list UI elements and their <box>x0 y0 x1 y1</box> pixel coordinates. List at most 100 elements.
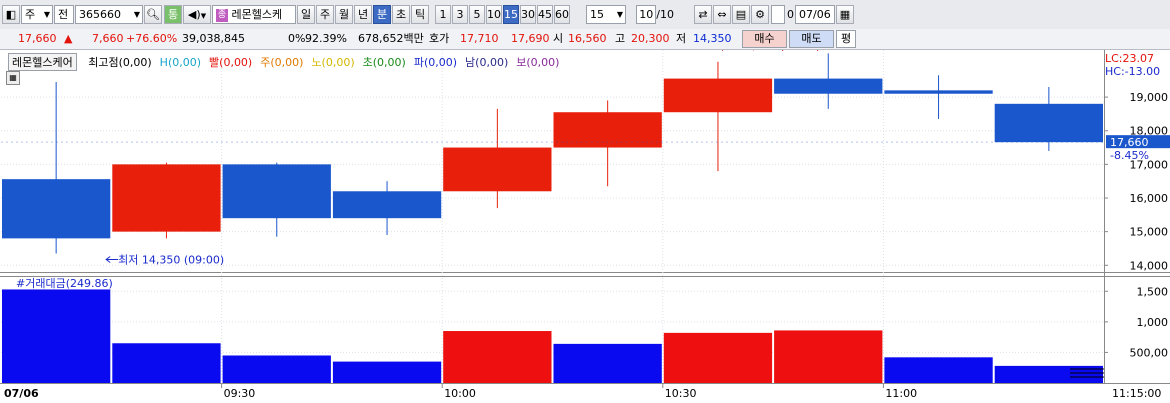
volume-bar[interactable] <box>443 331 552 383</box>
market-select[interactable]: 주 ▼ <box>21 5 53 24</box>
ask-price-2: 17,690 <box>511 32 550 45</box>
interval-select-value: 15 <box>590 8 604 21</box>
volume-value: 39,038,845 <box>182 32 245 45</box>
legend-item[interactable]: 주(0,00) <box>260 56 303 69</box>
stock-code-input[interactable]: 365660 ▼ <box>75 5 143 24</box>
volume-bar[interactable] <box>663 332 773 383</box>
buy-button[interactable]: 매수 <box>742 30 787 48</box>
period-button-초[interactable]: 초 <box>392 5 410 24</box>
candle-body[interactable] <box>774 78 883 94</box>
low-price: 14,350 <box>693 32 732 45</box>
period-button-분[interactable]: 분 <box>373 5 391 24</box>
volume-tick-label: 1,000 <box>1137 316 1169 329</box>
interval-select[interactable]: 15 ▼ <box>586 5 626 24</box>
chevron-down-icon: ▼ <box>616 10 623 19</box>
trade-amount: 678,652백만 <box>358 32 424 45</box>
x-tick-label: 11:00 <box>885 387 917 400</box>
candle-body[interactable] <box>112 164 221 232</box>
volume-bar[interactable] <box>332 361 442 383</box>
x-end-label: 11:15:00 <box>1112 387 1161 400</box>
interval-button-5[interactable]: 5 <box>469 5 485 24</box>
link-icon[interactable]: ⇄ <box>694 5 712 24</box>
save-icon[interactable]: ▤ <box>732 5 750 24</box>
y-tick-label: 14,000 <box>1130 259 1169 272</box>
date-input[interactable]: 07/06 <box>795 5 835 24</box>
period-button-일[interactable]: 일 <box>297 5 315 24</box>
x-date-label: 07/06 <box>4 387 39 400</box>
current-price: 17,660 <box>18 32 57 45</box>
candle-body[interactable] <box>663 78 773 113</box>
period-button-틱[interactable]: 틱 <box>411 5 429 24</box>
candle-body[interactable] <box>994 103 1103 143</box>
date-value: 07/06 <box>799 8 831 21</box>
stock-code-value: 365660 <box>79 8 121 21</box>
toolbar: ◧ 주 ▼ 전 365660 ▼ 🔍︎ 통 ◀)▼ 종 레몬헬스케 일주월년분초틱 … <box>0 0 1170 30</box>
candle-body[interactable] <box>443 147 552 192</box>
current-pct-label: -8.45% <box>1110 149 1149 162</box>
sell-button[interactable]: 매도 <box>789 30 834 48</box>
candle-body[interactable] <box>2 179 111 239</box>
chevron-down-icon: ▼ <box>43 10 50 19</box>
candle-body[interactable] <box>884 90 993 94</box>
gear-icon[interactable]: ⚙ <box>751 5 769 24</box>
chart-area[interactable]: 14,00015,00016,00017,00018,00019,000최고 2… <box>0 50 1170 403</box>
expand-icon[interactable]: ⇔ <box>713 5 731 24</box>
ask-label: 호가 <box>429 32 450 45</box>
chart-layout-icon[interactable]: ◧ <box>2 5 20 24</box>
change-percent: +76.60% <box>126 32 178 45</box>
legend-item[interactable]: 보(0,00) <box>516 56 559 69</box>
volume-bar[interactable] <box>222 355 331 383</box>
volume-bar[interactable] <box>112 343 221 383</box>
volume-bar[interactable] <box>2 289 111 383</box>
lc-label: LC:23.07 <box>1105 52 1155 65</box>
interval-button-45[interactable]: 45 <box>537 5 553 24</box>
candle-body[interactable] <box>332 191 442 219</box>
legend-items: 최고점(0,00) H(0,00) 빨(0,00) 주(0,00) 노(0,00) 초(0… <box>80 56 559 69</box>
market-badge-label: 통 <box>167 8 179 21</box>
evaluate-button[interactable]: 평 <box>836 30 856 48</box>
legend-item[interactable]: 초(0,00) <box>363 56 406 69</box>
high-label: 고 <box>615 32 626 45</box>
period-select[interactable]: 전 <box>54 5 74 24</box>
ratio-2: 92.39% <box>305 32 347 45</box>
speaker-icon[interactable]: ◀)▼ <box>183 5 211 24</box>
grid-toggle-icon[interactable]: ▦ <box>6 71 20 85</box>
stock-name-field[interactable]: 종 레몬헬스케 <box>212 5 296 24</box>
period-button-월[interactable]: 월 <box>335 5 353 24</box>
volume-bar[interactable] <box>774 330 883 383</box>
interval-button-30[interactable]: 30 <box>520 5 536 24</box>
period-button-주[interactable]: 주 <box>316 5 334 24</box>
interval-button-60[interactable]: 60 <box>554 5 570 24</box>
y-tick-label: 15,000 <box>1130 226 1169 239</box>
volume-bar[interactable] <box>994 365 1103 383</box>
search-icon[interactable]: 🔍︎ <box>144 5 162 24</box>
calendar-icon[interactable]: ▦ <box>836 5 854 24</box>
page-value[interactable]: 10 <box>636 5 657 24</box>
y-tick-label: 16,000 <box>1130 192 1169 205</box>
legend-item[interactable]: 파(0,00) <box>414 56 457 69</box>
chevron-down-icon: ▼ <box>133 10 140 19</box>
page-total: /10 <box>656 8 674 21</box>
legend-item[interactable]: 남(0,00) <box>465 56 508 69</box>
candle-body[interactable] <box>222 164 331 219</box>
volume-bar[interactable] <box>553 343 662 383</box>
volume-tick-label: 1,500 <box>1137 285 1169 298</box>
date-checkbox[interactable] <box>771 5 785 24</box>
market-badge[interactable]: 통 <box>164 5 182 24</box>
open-price: 16,560 <box>568 32 607 45</box>
y-tick-label: 19,000 <box>1130 91 1169 104</box>
interval-button-10[interactable]: 10 <box>486 5 502 24</box>
legend-item[interactable]: 빨(0,00) <box>209 56 252 69</box>
x-tick-label: 09:30 <box>224 387 256 400</box>
stock-name: 레몬헬스케 <box>231 8 283 21</box>
legend-item[interactable]: 노(0,00) <box>311 56 354 69</box>
volume-bar[interactable] <box>884 357 993 383</box>
interval-button-3[interactable]: 3 <box>452 5 468 24</box>
legend-stock-name[interactable]: 레몬헬스케어 <box>8 53 77 71</box>
period-button-년[interactable]: 년 <box>354 5 372 24</box>
interval-button-15[interactable]: 15 <box>503 5 519 24</box>
legend-item[interactable]: H(0,00) <box>160 56 201 69</box>
high-marker-label: 최고 20,300 (10:45) <box>714 50 820 52</box>
interval-button-1[interactable]: 1 <box>435 5 451 24</box>
legend-item[interactable]: 최고점(0,00) <box>88 56 151 69</box>
